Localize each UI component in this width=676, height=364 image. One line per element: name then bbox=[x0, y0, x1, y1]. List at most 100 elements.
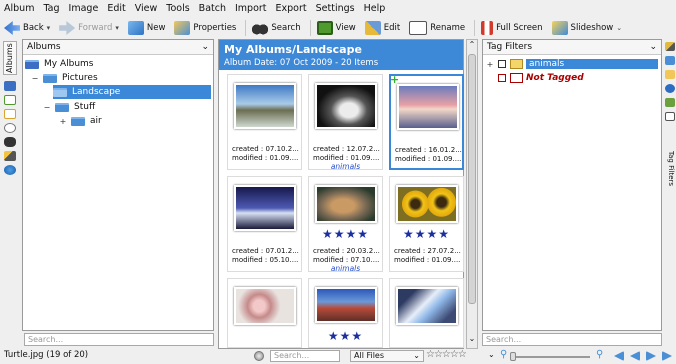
thumbnail-item[interactable]: created : 12.07.2... modified : 01.09...… bbox=[308, 74, 383, 171]
menu-settings[interactable]: Settings bbox=[316, 3, 355, 14]
next-image-icon[interactable] bbox=[646, 351, 656, 361]
thumbnail-item[interactable] bbox=[227, 278, 302, 348]
zoom-out-icon[interactable]: ⚲ bbox=[500, 349, 507, 360]
new-button[interactable]: New bbox=[127, 19, 165, 37]
thumbnail-item-selected[interactable]: + created : 16.01.2... modified : 01.09.… bbox=[389, 73, 464, 170]
menu-batch[interactable]: Batch bbox=[199, 3, 226, 14]
filter-status-icon[interactable] bbox=[254, 351, 264, 361]
rating-stars: ★★★★ bbox=[402, 227, 451, 241]
menu-import[interactable]: Import bbox=[235, 3, 267, 14]
binoculars-tab-icon[interactable] bbox=[4, 137, 16, 147]
properties-tab-icon[interactable] bbox=[665, 56, 675, 65]
fullscreen-button[interactable]: Full Screen bbox=[481, 19, 543, 37]
tag-label: animals bbox=[330, 264, 361, 273]
zoom-slider[interactable] bbox=[514, 356, 590, 358]
timeline-tab-icon[interactable] bbox=[4, 109, 16, 119]
search-tab-icon[interactable] bbox=[4, 123, 16, 133]
globe-tab-icon[interactable] bbox=[665, 84, 675, 93]
menu-edit[interactable]: Edit bbox=[107, 3, 125, 14]
tag-checkbox[interactable] bbox=[498, 60, 506, 68]
menu-tools[interactable]: Tools bbox=[166, 3, 189, 14]
file-filter-select[interactable]: All Files ⌄ bbox=[350, 350, 424, 362]
photo-thumbnail bbox=[397, 84, 459, 130]
tree-item-label: Stuff bbox=[74, 102, 96, 112]
chevron-down-icon[interactable]: ⌄ bbox=[649, 42, 657, 52]
created-date: created : 12.07.2... bbox=[313, 145, 380, 153]
expand-icon[interactable]: + bbox=[486, 60, 494, 69]
wand-tab-icon[interactable] bbox=[4, 151, 16, 161]
created-date: created : 16.01.2... bbox=[395, 146, 462, 154]
tree-item-label: air bbox=[90, 116, 102, 126]
edit-button[interactable]: Edit bbox=[364, 19, 400, 37]
back-button[interactable]: Back ▾ bbox=[4, 19, 50, 37]
status-search-input[interactable]: Search... bbox=[270, 350, 340, 362]
first-image-icon[interactable] bbox=[614, 351, 624, 361]
checklist-tab-icon[interactable] bbox=[665, 112, 675, 121]
menu-album[interactable]: Album bbox=[4, 3, 34, 14]
scroll-down-icon[interactable]: ⌄ bbox=[468, 334, 476, 343]
tag-checkbox[interactable] bbox=[498, 74, 506, 82]
tab-albums[interactable]: Albums bbox=[3, 41, 17, 75]
expand-icon[interactable]: + bbox=[59, 117, 67, 126]
last-image-icon[interactable] bbox=[662, 351, 672, 361]
forward-button[interactable]: Forward ▾ bbox=[59, 19, 119, 37]
view-button[interactable]: View bbox=[316, 19, 356, 37]
image-tab-icon[interactable] bbox=[665, 70, 675, 79]
search-button[interactable]: Search bbox=[252, 19, 301, 37]
scroll-up-icon[interactable]: ⌃ bbox=[468, 40, 476, 49]
new-album-icon bbox=[127, 21, 144, 35]
zoom-in-icon[interactable]: ⚲ bbox=[596, 349, 603, 360]
rename-button[interactable]: Rename bbox=[409, 19, 465, 37]
edit-tab-icon[interactable] bbox=[665, 98, 675, 107]
calendar-tab-icon[interactable] bbox=[4, 95, 16, 105]
photo-thumbnail bbox=[234, 287, 296, 325]
globe-tab-icon[interactable] bbox=[4, 165, 16, 175]
rating-dropdown-icon[interactable]: ⌄ bbox=[488, 350, 495, 359]
tag-folder-icon bbox=[510, 59, 523, 69]
rating-filter-stars[interactable]: ☆☆☆☆☆ bbox=[426, 349, 467, 360]
tag-filter-not-tagged[interactable]: Not Tagged bbox=[498, 71, 658, 85]
thumbnail-item[interactable] bbox=[389, 278, 464, 348]
tree-item-label: Pictures bbox=[62, 73, 98, 83]
menu-help[interactable]: Help bbox=[364, 3, 386, 14]
tag-filter-animals[interactable]: + animals bbox=[486, 57, 658, 71]
thumbnail-item[interactable]: ★★★★ created : 27.07.2... modified : 01.… bbox=[389, 176, 464, 272]
modified-date: modified : 05.10.... bbox=[232, 256, 299, 264]
thumbnail-scrollbar[interactable]: ⌃ ⌄ bbox=[466, 39, 478, 349]
album-subtitle: Album Date: 07 Oct 2009 - 20 Items bbox=[224, 58, 379, 68]
back-label: Back bbox=[23, 23, 44, 33]
tag-filters-header-label: Tag Filters bbox=[487, 42, 533, 52]
menu-tag[interactable]: Tag bbox=[43, 3, 59, 14]
tab-tag-filters[interactable]: Tag Filters bbox=[665, 151, 675, 201]
created-date: created : 07.10.2... bbox=[232, 145, 299, 153]
tree-item-my-albums[interactable]: My Albums bbox=[25, 57, 211, 71]
tag-filters-search-input[interactable]: Search... bbox=[482, 333, 662, 346]
albums-search-input[interactable]: Search... bbox=[24, 333, 214, 346]
scrollbar-thumb[interactable] bbox=[468, 54, 476, 304]
tree-item-stuff[interactable]: − Stuff bbox=[43, 100, 211, 114]
thumbnail-item[interactable]: created : 07.01.2... modified : 05.10...… bbox=[227, 176, 302, 272]
modified-date: modified : 01.09.... bbox=[394, 256, 461, 264]
collapse-icon[interactable]: − bbox=[43, 103, 51, 112]
slideshow-button[interactable]: Slideshow ⌄ bbox=[551, 19, 622, 37]
menu-image[interactable]: Image bbox=[69, 3, 99, 14]
menu-view[interactable]: View bbox=[135, 3, 158, 14]
tree-item-landscape[interactable]: Landscape bbox=[53, 85, 211, 99]
albums-panel: Albums ⌄ My Albums − Pictures Landscape … bbox=[22, 39, 214, 331]
tags-tab-icon[interactable] bbox=[4, 81, 16, 91]
menu-export[interactable]: Export bbox=[276, 3, 307, 14]
tree-item-pictures[interactable]: − Pictures bbox=[31, 71, 211, 85]
pencil-tab-icon[interactable] bbox=[665, 42, 675, 51]
previous-image-icon[interactable] bbox=[630, 351, 640, 361]
album-title: My Albums/Landscape bbox=[224, 43, 362, 56]
zoom-slider-handle[interactable] bbox=[510, 352, 516, 361]
chevron-down-icon[interactable]: ⌄ bbox=[201, 42, 209, 52]
albums-header: Albums ⌄ bbox=[23, 40, 213, 55]
thumbnail-item[interactable]: created : 07.10.2... modified : 01.09...… bbox=[227, 74, 302, 170]
properties-button[interactable]: Properties bbox=[174, 19, 236, 37]
collapse-icon[interactable]: − bbox=[31, 74, 39, 83]
album-root-icon bbox=[25, 59, 39, 69]
thumbnail-item[interactable]: ★★★★ created : 20.03.2... modified : 07.… bbox=[308, 176, 383, 273]
tree-item-air[interactable]: + air bbox=[59, 114, 211, 128]
thumbnail-item[interactable]: ★★★ bbox=[308, 278, 383, 348]
